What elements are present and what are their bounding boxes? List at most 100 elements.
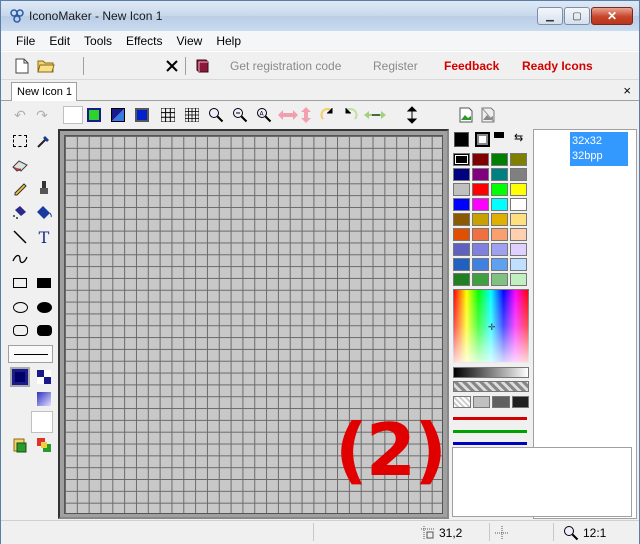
fill-mode-solid-icon[interactable] (10, 367, 30, 387)
color-swatch[interactable] (453, 183, 470, 196)
line-width-selector[interactable] (8, 345, 53, 363)
color-swatch[interactable] (510, 273, 527, 286)
color-swatch[interactable] (453, 198, 470, 211)
flip-horizontal-icon[interactable] (277, 106, 299, 124)
menu-effects[interactable]: Effects (119, 34, 169, 48)
rotate-right-icon[interactable] (319, 106, 337, 124)
color-swatch[interactable] (472, 228, 489, 241)
color-swatch[interactable] (510, 258, 527, 271)
color-swatch[interactable] (510, 153, 527, 166)
zoom-icon[interactable] (207, 106, 225, 124)
stretch-vertical-icon[interactable] (403, 106, 421, 124)
alpha-bar[interactable] (453, 381, 529, 392)
color-swatch[interactable] (453, 258, 470, 271)
color-swatch[interactable] (472, 198, 489, 211)
color-swatch[interactable] (491, 243, 508, 256)
color-swatch[interactable] (491, 198, 508, 211)
color-swatch[interactable] (491, 258, 508, 271)
new-file-icon[interactable] (13, 57, 31, 75)
color-swatch[interactable] (453, 213, 470, 226)
ellipse-filled-icon[interactable] (34, 297, 54, 317)
book-icon[interactable] (193, 57, 211, 75)
pencil-icon[interactable] (10, 178, 30, 198)
rounded-rect-filled-icon[interactable] (34, 320, 54, 340)
ellipse-outline-icon[interactable] (10, 297, 30, 317)
color-swatch[interactable] (510, 243, 527, 256)
color-picker-icon[interactable] (34, 131, 54, 151)
color-swatch[interactable] (453, 228, 470, 241)
close-doc-icon[interactable] (163, 57, 181, 75)
color-swatch[interactable] (472, 153, 489, 166)
red-slider[interactable] (453, 417, 527, 420)
color-swatch[interactable] (491, 183, 508, 196)
undo-icon[interactable]: ↶ (11, 106, 29, 124)
color-swatch[interactable] (472, 213, 489, 226)
color-swatch[interactable] (453, 273, 470, 286)
eraser-icon[interactable] (10, 155, 30, 175)
color-swatch[interactable] (510, 198, 527, 211)
color-swatch[interactable] (453, 243, 470, 256)
image-grayscale-icon[interactable] (479, 106, 497, 124)
color-swatch[interactable] (491, 213, 508, 226)
color-swatch[interactable] (491, 228, 508, 241)
maximize-button[interactable]: ▢ (564, 7, 590, 25)
menu-file[interactable]: File (9, 34, 42, 48)
rectangle-outline-icon[interactable] (10, 273, 30, 293)
rotate-left-icon[interactable] (341, 106, 359, 124)
zoom-out-icon[interactable] (231, 106, 249, 124)
green-slider[interactable] (453, 430, 527, 433)
fill-mode-pattern-icon[interactable] (34, 367, 54, 387)
color-swatch[interactable] (510, 183, 527, 196)
menu-help[interactable]: Help (209, 34, 248, 48)
color-effects-icon[interactable] (34, 435, 54, 455)
rounded-rect-outline-icon[interactable] (10, 320, 30, 340)
grid-pattern-icon[interactable] (183, 106, 201, 124)
register-link[interactable]: Register (373, 59, 418, 73)
feedback-link[interactable]: Feedback (444, 59, 499, 73)
color-swatch[interactable] (472, 183, 489, 196)
swap-colors-icon[interactable]: ⇆ (514, 131, 523, 144)
brightness-bar[interactable] (453, 367, 529, 378)
format-item-selected[interactable]: 32x32 32bpp (570, 132, 628, 166)
brush-icon[interactable] (34, 178, 54, 198)
stretch-horizontal-icon[interactable] (363, 106, 387, 124)
tab-close-icon[interactable]: × (623, 83, 631, 98)
get-registration-code-link[interactable]: Get registration code (230, 59, 341, 73)
image-icon[interactable] (457, 106, 475, 124)
title-bar[interactable]: IconoMaker - New Icon 1 ▁ ▢ ✕ (1, 1, 639, 31)
color-swatch[interactable] (491, 168, 508, 181)
minimize-button[interactable]: ▁ (537, 7, 563, 25)
zoom-actual-icon[interactable]: A (255, 106, 273, 124)
close-button[interactable]: ✕ (591, 7, 633, 25)
transparency-swatches[interactable] (453, 396, 529, 408)
color-swatch[interactable] (510, 228, 527, 241)
primary-color-swatch[interactable] (454, 132, 469, 147)
color-swatch[interactable] (491, 273, 508, 286)
line-icon[interactable] (10, 227, 30, 247)
select-color-green-icon[interactable] (85, 106, 103, 124)
ready-icons-link[interactable]: Ready Icons (522, 59, 593, 73)
spray-icon[interactable] (10, 202, 30, 222)
color-swatch[interactable] (453, 153, 470, 166)
secondary-color-swatch[interactable] (475, 132, 490, 147)
layers-icon[interactable] (109, 106, 127, 124)
flip-vertical-icon[interactable] (297, 106, 315, 124)
color-swatch[interactable] (472, 243, 489, 256)
color-swatch[interactable] (472, 168, 489, 181)
fill-bucket-icon[interactable] (34, 202, 54, 222)
fill-blue-icon[interactable] (133, 106, 151, 124)
menu-view[interactable]: View (170, 34, 210, 48)
tab-new-icon-1[interactable]: New Icon 1 (11, 82, 77, 101)
text-tool-icon[interactable]: T (34, 227, 54, 247)
open-folder-icon[interactable] (37, 57, 55, 75)
color-swatch[interactable] (472, 273, 489, 286)
paste-image-icon[interactable] (10, 435, 30, 455)
curve-icon[interactable] (10, 249, 30, 269)
rectangle-filled-icon[interactable] (34, 273, 54, 293)
redo-icon[interactable]: ↷ (33, 106, 51, 124)
grid-icon[interactable] (159, 106, 177, 124)
color-swatch[interactable] (472, 258, 489, 271)
black-mini-swatch[interactable] (494, 132, 504, 138)
color-swatch[interactable] (491, 153, 508, 166)
menu-edit[interactable]: Edit (42, 34, 77, 48)
